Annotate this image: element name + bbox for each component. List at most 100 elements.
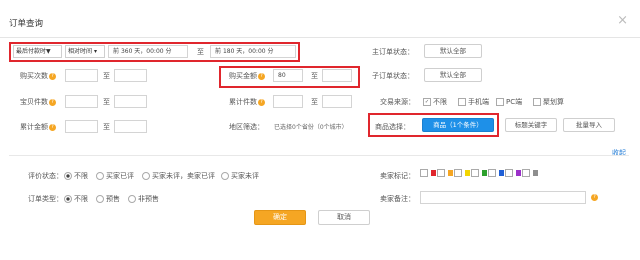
dialog-title: 订单查询 [9, 19, 44, 29]
eval-option-seller-rated[interactable]: 买家未评，卖家已评 [142, 171, 215, 181]
total-count-label: 累计件数? [229, 97, 265, 107]
end-time-input[interactable]: 前 180 天，00:00 分 [210, 45, 296, 58]
eval-option-none-rated[interactable]: 买家未评 [221, 171, 259, 181]
baby-count-min-input[interactable] [65, 95, 98, 108]
flag-checkbox-icon[interactable] [471, 169, 479, 177]
flag-icon [499, 170, 504, 176]
seller-flag-label: 卖家标记： [380, 172, 415, 180]
start-time-input[interactable]: 前 360 天，00:00 分 [108, 45, 188, 58]
radio-selected-icon[interactable] [64, 172, 72, 180]
flag-checkbox-icon[interactable] [420, 169, 428, 177]
help-icon[interactable]: ? [590, 193, 598, 201]
flag-checkbox-icon[interactable] [522, 169, 530, 177]
to-label: 至 [103, 98, 110, 106]
flag-icon [516, 170, 521, 176]
eval-option-any[interactable]: 不限 [64, 171, 88, 181]
order-type-option-presale[interactable]: 预售 [96, 194, 120, 204]
buy-amount-text: 购买金额 [229, 72, 257, 80]
buy-amount-min-input[interactable]: 80 [273, 69, 303, 82]
source-option-label: PC端 [506, 98, 523, 106]
collapse-link[interactable]: 收起 [612, 148, 626, 158]
eval-option-label: 买家已评 [106, 172, 134, 180]
sub-order-status-select[interactable]: 默认全部 [424, 68, 482, 82]
section-divider [9, 155, 629, 156]
total-count-text: 累计件数 [229, 98, 257, 106]
buy-count-max-input[interactable] [114, 69, 147, 82]
eval-option-buyer-rated[interactable]: 买家已评 [96, 171, 134, 181]
main-order-status-select[interactable]: 默认全部 [424, 44, 482, 58]
radio-icon[interactable] [142, 172, 150, 180]
help-icon[interactable]: ? [49, 72, 56, 80]
flag-checkbox-icon[interactable] [488, 169, 496, 177]
help-icon[interactable]: ? [258, 72, 265, 80]
main-order-status-label: 主订单状态： [372, 48, 414, 56]
checkbox-icon[interactable] [458, 98, 466, 106]
title-keyword-button[interactable]: 标题关键字 [505, 118, 557, 132]
eval-option-label: 不限 [74, 172, 88, 180]
close-icon[interactable]: × [617, 13, 628, 28]
buy-count-text: 购买次数 [20, 72, 48, 80]
checkbox-checked-icon[interactable]: ✓ [423, 98, 431, 106]
source-option-label: 聚划算 [543, 98, 564, 106]
buy-amount-max-input[interactable] [322, 69, 352, 82]
order-type-option-non-presale[interactable]: 非预售 [128, 194, 159, 204]
trade-source-label: 交易来源： [380, 98, 415, 106]
flag-icon [431, 170, 436, 176]
radio-icon[interactable] [96, 195, 104, 203]
to-label: 至 [197, 48, 204, 56]
radio-icon[interactable] [221, 172, 229, 180]
buy-amount-label: 购买金额? [229, 71, 265, 81]
total-amount-max-input[interactable] [114, 120, 147, 133]
total-count-min-input[interactable] [273, 95, 303, 108]
checkbox-icon[interactable] [533, 98, 541, 106]
help-icon[interactable]: ? [49, 98, 56, 106]
total-amount-label: 累计金额? [20, 122, 56, 132]
source-option-pc[interactable]: PC端 [496, 97, 522, 107]
confirm-button[interactable]: 确定 [254, 210, 306, 225]
total-amount-min-input[interactable] [65, 120, 98, 133]
to-label: 至 [103, 72, 110, 80]
order-type-option-any[interactable]: 不限 [64, 194, 88, 204]
flag-icon [465, 170, 470, 176]
radio-selected-icon[interactable] [64, 195, 72, 203]
buy-count-min-input[interactable] [65, 69, 98, 82]
total-amount-text: 累计金额 [20, 123, 48, 131]
help-icon[interactable]: ? [258, 98, 265, 106]
flag-checkbox-icon[interactable] [437, 169, 445, 177]
to-label: 至 [311, 72, 318, 80]
checkbox-icon[interactable] [496, 98, 504, 106]
cancel-button[interactable]: 取消 [318, 210, 370, 225]
eval-option-label: 买家未评，卖家已评 [152, 172, 215, 180]
region-value-link[interactable]: 已选择0个省份（0个城市） [274, 122, 348, 131]
baby-count-text: 宝贝件数 [20, 98, 48, 106]
source-option-juhuasuan[interactable]: 聚划算 [533, 97, 564, 107]
baby-count-max-input[interactable] [114, 95, 147, 108]
end-value: 180 天，00:00 分 [222, 48, 274, 55]
radio-icon[interactable] [128, 195, 136, 203]
time-type-select[interactable]: 最后付款时▼ [13, 45, 62, 58]
total-count-max-input[interactable] [322, 95, 352, 108]
product-condition-button[interactable]: 商品（1个条件） [422, 118, 494, 132]
order-type-option-label: 不限 [74, 195, 88, 203]
seller-flag-options [420, 169, 539, 177]
order-type-option-label: 非预售 [138, 195, 159, 203]
source-option-label: 不限 [433, 98, 447, 106]
radio-icon[interactable] [96, 172, 104, 180]
buy-count-label: 购买次数? [20, 71, 56, 81]
time-range-type-label: 相对时间 [68, 48, 93, 55]
title-divider [0, 37, 640, 38]
source-option-label: 手机端 [468, 98, 489, 106]
product-select-label: 商品选择： [375, 123, 410, 131]
flag-checkbox-icon[interactable] [505, 169, 513, 177]
start-prefix: 前 [113, 48, 120, 55]
help-icon[interactable]: ? [49, 123, 56, 131]
seller-note-label: 卖家备注： [380, 195, 415, 203]
source-option-mobile[interactable]: 手机端 [458, 97, 489, 107]
time-range-type-select[interactable]: 相对时间 ▾ [65, 45, 105, 58]
flag-checkbox-icon[interactable] [454, 169, 462, 177]
flag-icon [533, 170, 538, 176]
seller-note-input[interactable] [420, 191, 586, 204]
eval-status-label: 评价状态： [28, 172, 63, 180]
source-option-any[interactable]: ✓ 不限 [423, 97, 447, 107]
batch-import-button[interactable]: 批量导入 [563, 118, 615, 132]
